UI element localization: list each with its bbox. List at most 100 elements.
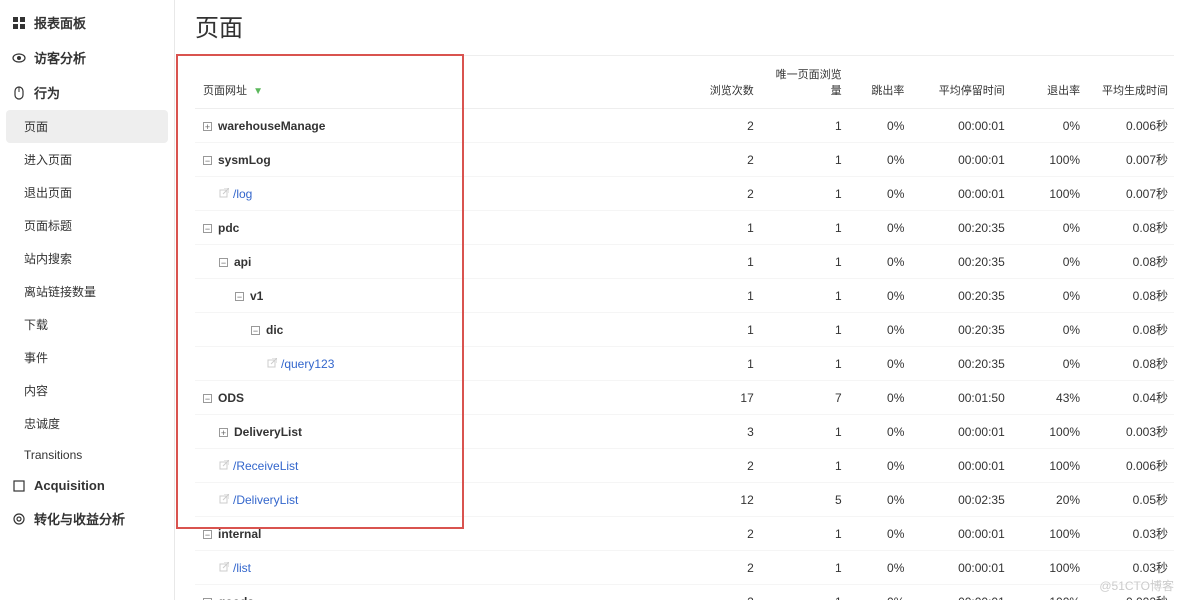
collapse-icon[interactable]: − — [203, 156, 212, 165]
collapse-icon[interactable]: − — [203, 224, 212, 233]
row-label: /log — [233, 187, 252, 201]
cell-bounce: 0% — [848, 143, 911, 177]
table-row[interactable]: −v1110%00:20:350%0.08秒 — [195, 279, 1174, 313]
col-bounce[interactable]: 跳出率 — [848, 56, 911, 109]
cell-bounce: 0% — [848, 109, 911, 143]
col-exit[interactable]: 退出率 — [1011, 56, 1086, 109]
cell-avgGen: 0.007秒 — [1086, 143, 1174, 177]
collapse-icon[interactable]: − — [203, 394, 212, 403]
cell-unique: 1 — [760, 449, 848, 483]
cell-avgGen: 0.08秒 — [1086, 211, 1174, 245]
cell-avgGen: 0.08秒 — [1086, 313, 1174, 347]
collapse-icon[interactable]: − — [219, 258, 228, 267]
expand-icon[interactable]: + — [219, 428, 228, 437]
cell-exit: 100% — [1011, 517, 1086, 551]
cell-views: 2 — [672, 551, 760, 585]
table-row[interactable]: −api110%00:20:350%0.08秒 — [195, 245, 1174, 279]
sidebar-item[interactable]: 事件 — [0, 341, 174, 374]
collapse-icon[interactable]: − — [251, 326, 260, 335]
watermark: @51CTO博客 — [1099, 577, 1174, 594]
table-row[interactable]: −dic110%00:20:350%0.08秒 — [195, 313, 1174, 347]
mouse-icon — [12, 86, 26, 100]
sidebar-group[interactable]: 报表面板 — [0, 5, 174, 40]
cell-views: 3 — [672, 415, 760, 449]
sidebar-group[interactable]: Acquisition — [0, 470, 174, 501]
col-views[interactable]: 浏览次数 — [672, 56, 760, 109]
sidebar-item[interactable]: 页面标题 — [0, 209, 174, 242]
sidebar-group[interactable]: 转化与收益分析 — [0, 501, 174, 536]
table-row[interactable]: −ODS1770%00:01:5043%0.04秒 — [195, 381, 1174, 415]
collapse-icon[interactable]: − — [203, 530, 212, 539]
sidebar-group[interactable]: 访客分析 — [0, 40, 174, 75]
cell-bounce: 0% — [848, 585, 911, 600]
sidebar-item[interactable]: 下载 — [0, 308, 174, 341]
row-label: /DeliveryList — [233, 493, 298, 507]
external-link-icon — [219, 187, 229, 197]
table-row[interactable]: −sysmLog210%00:00:01100%0.007秒 — [195, 143, 1174, 177]
cell-unique: 1 — [760, 313, 848, 347]
row-label: /query123 — [281, 357, 334, 371]
sidebar-item[interactable]: 退出页面 — [0, 176, 174, 209]
row-label: sysmLog — [218, 153, 271, 167]
row-label: pdc — [218, 221, 239, 235]
table-row[interactable]: −internal210%00:00:01100%0.03秒 — [195, 517, 1174, 551]
cell-avgGen: 0.006秒 — [1086, 449, 1174, 483]
col-avgstay[interactable]: 平均停留时间 — [910, 56, 1010, 109]
cell-avgGen: 0.08秒 — [1086, 279, 1174, 313]
cell-bounce: 0% — [848, 313, 911, 347]
cell-exit: 0% — [1011, 109, 1086, 143]
col-avggen[interactable]: 平均生成时间 — [1086, 56, 1174, 109]
cell-exit: 100% — [1011, 143, 1086, 177]
table-row[interactable]: +DeliveryList310%00:00:01100%0.003秒 — [195, 415, 1174, 449]
sidebar-group-label: Acquisition — [34, 478, 105, 493]
sidebar-group-label: 转化与收益分析 — [34, 509, 125, 528]
cell-unique: 1 — [760, 415, 848, 449]
col-unique[interactable]: 唯一页面浏览量 — [760, 56, 848, 109]
sidebar: 报表面板访客分析行为页面进入页面退出页面页面标题站内搜索离站链接数量下载事件内容… — [0, 0, 175, 600]
table-row[interactable]: /DeliveryList1250%00:02:3520%0.05秒 — [195, 483, 1174, 517]
cell-exit: 20% — [1011, 483, 1086, 517]
expand-icon[interactable]: + — [203, 122, 212, 131]
cell-bounce: 0% — [848, 483, 911, 517]
sidebar-item[interactable]: Transitions — [0, 440, 174, 470]
cell-avgGen: 0.007秒 — [1086, 177, 1174, 211]
sidebar-item[interactable]: 离站链接数量 — [0, 275, 174, 308]
cell-bounce: 0% — [848, 177, 911, 211]
cell-exit: 100% — [1011, 449, 1086, 483]
collapse-icon[interactable]: − — [235, 292, 244, 301]
table-row[interactable]: /log210%00:00:01100%0.007秒 — [195, 177, 1174, 211]
col-url[interactable]: 页面网址 ▼ — [195, 56, 672, 109]
row-label: v1 — [250, 289, 263, 303]
cell-unique: 1 — [760, 585, 848, 600]
cell-unique: 1 — [760, 143, 848, 177]
cell-avgStay: 00:01:50 — [910, 381, 1010, 415]
table-row[interactable]: +goods210%00:00:01100%0.002秒 — [195, 585, 1174, 600]
table-row[interactable]: /ReceiveList210%00:00:01100%0.006秒 — [195, 449, 1174, 483]
table-row[interactable]: −pdc110%00:20:350%0.08秒 — [195, 211, 1174, 245]
cell-views: 2 — [672, 109, 760, 143]
cell-bounce: 0% — [848, 551, 911, 585]
cell-views: 2 — [672, 585, 760, 600]
cell-exit: 0% — [1011, 279, 1086, 313]
cell-avgStay: 00:20:35 — [910, 313, 1010, 347]
sidebar-group-label: 访客分析 — [34, 48, 86, 67]
cell-views: 17 — [672, 381, 760, 415]
table-row[interactable]: /query123110%00:20:350%0.08秒 — [195, 347, 1174, 381]
cell-unique: 1 — [760, 347, 848, 381]
cell-avgGen: 0.04秒 — [1086, 381, 1174, 415]
sidebar-item[interactable]: 进入页面 — [0, 143, 174, 176]
sidebar-item[interactable]: 页面 — [6, 110, 168, 143]
cell-avgStay: 00:20:35 — [910, 279, 1010, 313]
table-row[interactable]: /list210%00:00:01100%0.03秒 — [195, 551, 1174, 585]
cell-avgStay: 00:00:01 — [910, 551, 1010, 585]
cell-views: 1 — [672, 347, 760, 381]
sidebar-item[interactable]: 站内搜索 — [0, 242, 174, 275]
sidebar-item[interactable]: 忠诚度 — [0, 407, 174, 440]
table-row[interactable]: +warehouseManage210%00:00:010%0.006秒 — [195, 109, 1174, 143]
row-label: /ReceiveList — [233, 459, 298, 473]
sidebar-item[interactable]: 内容 — [0, 374, 174, 407]
page-title: 页面 — [195, 0, 1174, 56]
cell-avgStay: 00:20:35 — [910, 245, 1010, 279]
sidebar-group[interactable]: 行为 — [0, 75, 174, 110]
cell-avgStay: 00:00:01 — [910, 109, 1010, 143]
